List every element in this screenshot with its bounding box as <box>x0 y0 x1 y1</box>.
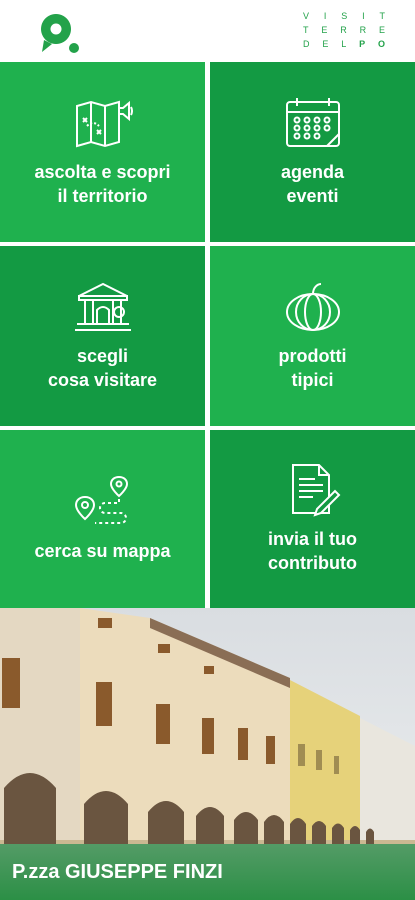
brand-line-1: VISIT <box>303 11 385 21</box>
menu-tile-events[interactable]: agenda eventi <box>210 62 415 242</box>
museum-icon <box>74 282 131 331</box>
brand-line-3: DELPO <box>303 39 385 49</box>
menu-tile-local-products[interactable]: prodotti tipici <box>210 246 415 426</box>
app-logo-icon[interactable] <box>36 10 82 56</box>
menu-tile-label: prodotti tipici <box>278 346 347 390</box>
menu-tile-search-map[interactable]: cerca su mappa <box>0 430 205 608</box>
menu-tile-label: scegli cosa visitare <box>47 346 158 390</box>
menu-tile-listen-discover[interactable]: ascolta e scopri il territorio <box>0 62 205 242</box>
brand-wordmark: VISIT TERRE DELPO <box>303 9 385 51</box>
pumpkin-icon <box>285 283 340 331</box>
menu-tile-what-to-visit[interactable]: scegli cosa visitare <box>0 246 205 426</box>
menu-tile-label: cerca su mappa <box>34 541 171 561</box>
menu-tile-send-contribution[interactable]: invia il tuo contributo <box>210 430 415 608</box>
featured-place-photo[interactable]: P.zza GIUSEPPE FINZI <box>0 608 415 900</box>
menu-tile-label: agenda eventi <box>280 162 345 206</box>
app-header: VISIT TERRE DELPO <box>0 0 415 62</box>
route-pin-icon <box>74 475 128 524</box>
brand-line-2: TERRE <box>303 25 385 35</box>
document-pen-icon <box>291 464 340 517</box>
main-menu-grid: ascolta e scopri il territorio agenda even… <box>0 62 415 608</box>
menu-tile-label: invia il tuo contributo <box>267 529 357 573</box>
map-audio-icon <box>75 100 133 148</box>
place-caption: P.zza GIUSEPPE FINZI <box>0 844 415 900</box>
calendar-icon <box>285 98 340 147</box>
menu-tile-label: ascolta e scopri il territorio <box>34 162 171 206</box>
